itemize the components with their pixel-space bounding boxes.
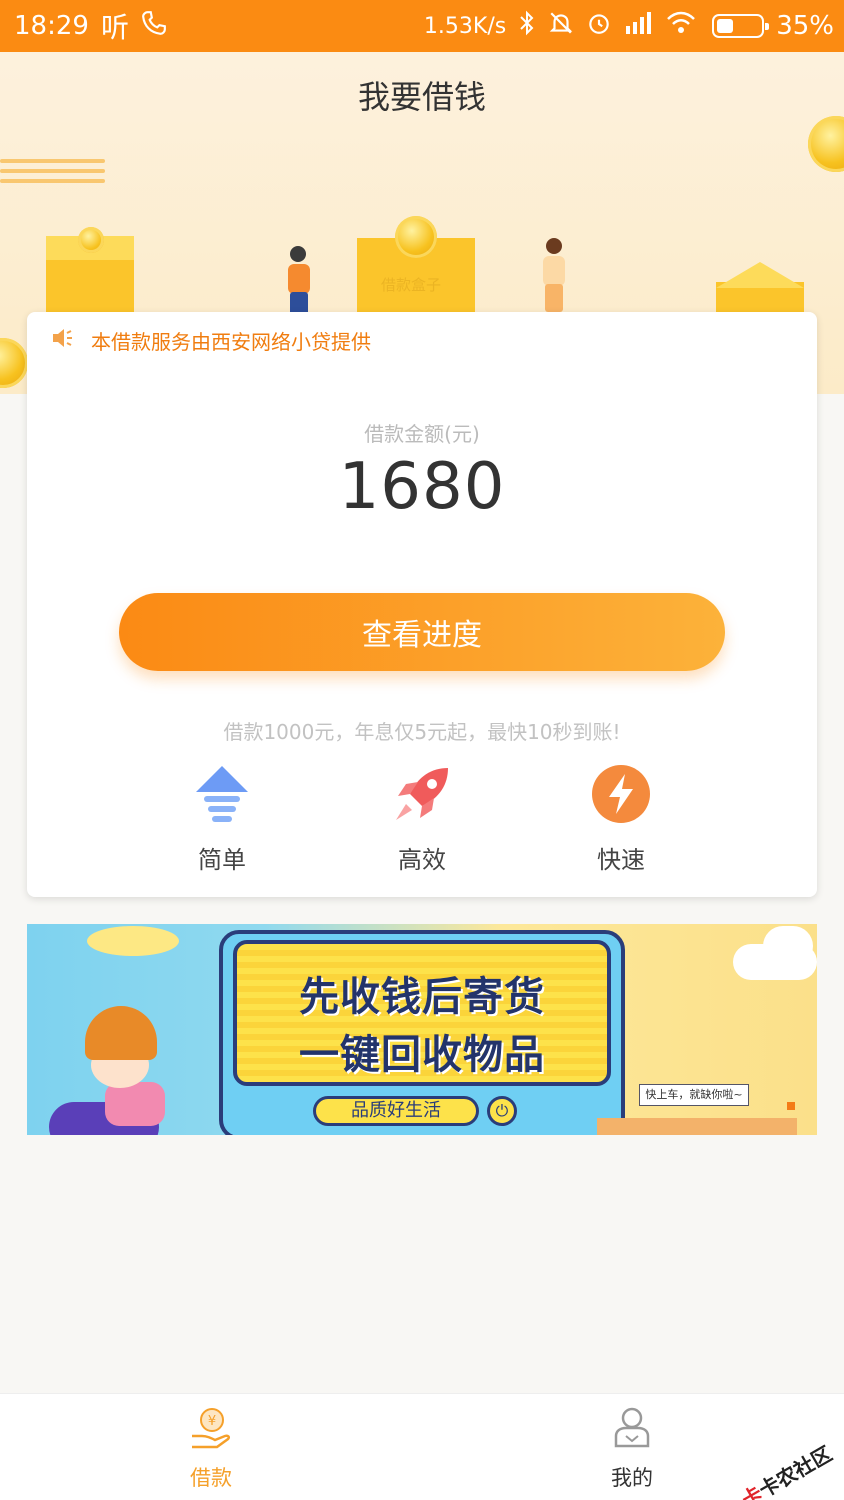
feature-fast: 快速 [561, 764, 681, 875]
promo-banner[interactable]: 先收钱后寄货 一键回收物品 品质好生活 ⏻ 快上车，就缺你啦~ [27, 924, 817, 1135]
coin-icon [78, 227, 104, 253]
girl-hat [85, 1006, 157, 1060]
phone-call-icon [141, 10, 167, 42]
coin-icon [395, 216, 437, 258]
girl-illustration [105, 1082, 165, 1126]
banner-sign: 先收钱后寄货 一键回收物品 [233, 940, 611, 1086]
nav-tab-loan[interactable]: ¥ 借款 [156, 1406, 266, 1492]
train-illustration [597, 1118, 797, 1135]
lightning-icon [591, 764, 651, 824]
loan-tagline: 借款1000元，年息仅5元起，最快10秒到账! [223, 720, 621, 744]
rocket-icon [392, 764, 452, 824]
wifi-icon [666, 10, 696, 43]
banner-headline: 先收钱后寄货 [299, 974, 545, 1020]
carrier-icon: 听 [100, 11, 129, 44]
power-icon: ⏻ [487, 1096, 517, 1126]
notice-text: 本借款服务由西安网络小贷提供 [91, 330, 371, 354]
feature-label: 快速 [597, 846, 645, 874]
nav-label: 我的 [611, 1466, 653, 1490]
banner-speech-bubble: 快上车，就缺你啦~ [639, 1084, 749, 1106]
arrow-up-icon [192, 764, 252, 824]
bottom-nav: ¥ 借款 我的 卡卡农社区 [0, 1394, 844, 1500]
signal-icon [624, 10, 654, 43]
status-time: 18:29 [14, 11, 89, 41]
battery-percent: 35% [776, 11, 834, 41]
decor-wave [0, 169, 105, 173]
svg-text:¥: ¥ [208, 1414, 216, 1429]
loan-hand-coin-icon: ¥ [189, 1406, 233, 1450]
watermark: 卡卡农社区 [737, 1441, 837, 1500]
banner-subheadline: 一键回收物品 [299, 1032, 545, 1078]
feature-simple: 简单 [162, 764, 282, 875]
network-speed: 1.53K/s [423, 13, 507, 39]
speaker-icon [51, 327, 75, 354]
decor-square [787, 1102, 795, 1110]
feature-label: 高效 [398, 846, 446, 874]
bluetooth-icon [518, 10, 536, 43]
gift-box-roof [716, 262, 804, 288]
amount-label: 借款金额(元) [364, 422, 480, 446]
view-progress-button[interactable]: 查看进度 [119, 593, 725, 671]
status-bar: 18:29 听 1.53K/s 35% [0, 0, 844, 52]
mute-icon [548, 10, 574, 43]
coin-icon [0, 338, 28, 388]
alarm-icon [586, 10, 612, 43]
loan-card: 本借款服务由西安网络小贷提供 借款金额(元) 1680 查看进度 借款1000元… [27, 312, 817, 897]
nav-label: 借款 [190, 1466, 232, 1490]
decor-wave [0, 179, 105, 183]
decor-sun [87, 926, 179, 956]
user-profile-icon [610, 1406, 654, 1450]
box-label: 借款盒子 [381, 276, 442, 294]
loan-amount: 1680 [338, 450, 506, 524]
nav-tab-mine[interactable]: 我的 [577, 1406, 687, 1492]
page-title: 我要借钱 [357, 78, 486, 116]
feature-label: 简单 [198, 846, 246, 874]
decor-cloud [763, 926, 813, 966]
banner-pill: 品质好生活 [313, 1096, 479, 1126]
decor-wave [0, 159, 105, 163]
battery-icon [712, 14, 770, 38]
notice-bar: 本借款服务由西安网络小贷提供 [51, 326, 371, 355]
feature-efficient: 高效 [362, 764, 482, 875]
coin-icon [808, 116, 844, 172]
